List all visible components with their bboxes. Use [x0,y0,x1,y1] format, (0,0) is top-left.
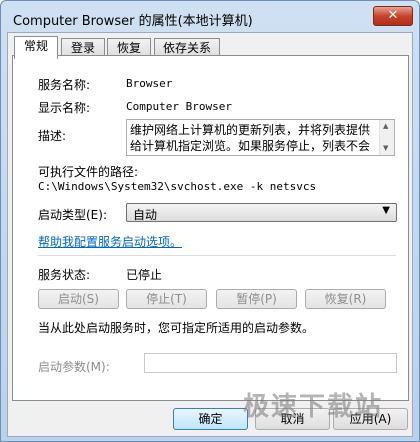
exe-path-value: C:\Windows\System32\svchost.exe -k netsv… [38,180,317,193]
title-bar[interactable]: Computer Browser 的属性(本地计算机) ✕ [1,1,419,33]
description-box[interactable]: 维护网络上计算机的更新列表，并将列表提供给计算机指定浏览。如果服务停止，列表不会… [126,119,395,156]
general-tab-panel: 服务名称: Browser 显示名称: Computer Browser 描述:… [12,55,409,401]
display-name-value: Computer Browser [126,100,232,113]
exe-path-label: 可执行文件的路径: [38,165,139,179]
close-icon: ✕ [387,8,399,23]
watermark-logo: 极速下载站 [243,392,384,422]
window-title: Computer Browser 的属性(本地计算机) [13,14,253,29]
startup-type-label: 启动类型(E): [38,208,107,222]
display-name-label: 显示名称: [38,101,91,115]
description-text: 维护网络上计算机的更新列表，并将列表提供给计算机指定浏览。如果服务停止，列表不会 [130,123,371,153]
service-name-value: Browser [126,77,173,90]
startup-type-dropdown[interactable]: 自动 ▼ [126,203,397,222]
separator [38,255,396,256]
description-scrollbar[interactable]: ▲ ▼ [379,120,394,155]
chevron-down-icon: ▼ [382,205,390,216]
dialog-client-area: 常规 登录 恢复 依存关系 服务名称: Browser 显示名称: Comput… [7,32,413,437]
startup-type-value: 自动 [133,208,158,222]
close-button[interactable]: ✕ [373,6,413,26]
start-params-input[interactable] [144,353,397,373]
description-label: 描述: [38,129,67,143]
start-button[interactable]: 启动(S) [38,289,119,309]
resume-button[interactable]: 恢复(R) [305,289,386,309]
help-configure-link[interactable]: 帮助我配置服务启动选项。 [38,233,182,250]
properties-window: Computer Browser 的属性(本地计算机) ✕ 常规 登录 恢复 依… [0,0,420,442]
stop-button[interactable]: 停止(T) [126,289,207,309]
scroll-up-icon[interactable]: ▲ [383,122,388,130]
scroll-down-icon[interactable]: ▼ [383,144,388,152]
pause-button[interactable]: 暂停(P) [216,289,297,309]
service-name-label: 服务名称: [38,78,91,92]
start-params-hint: 当从此处启动服务时，您可指定所适用的启动参数。 [38,321,315,335]
start-params-label: 启动参数(M): [38,360,110,374]
service-status-label: 服务状态: [38,268,91,282]
service-status-value: 已停止 [126,268,163,282]
ok-button[interactable]: 确定 [173,408,248,430]
tab-general[interactable]: 常规 [14,36,58,59]
